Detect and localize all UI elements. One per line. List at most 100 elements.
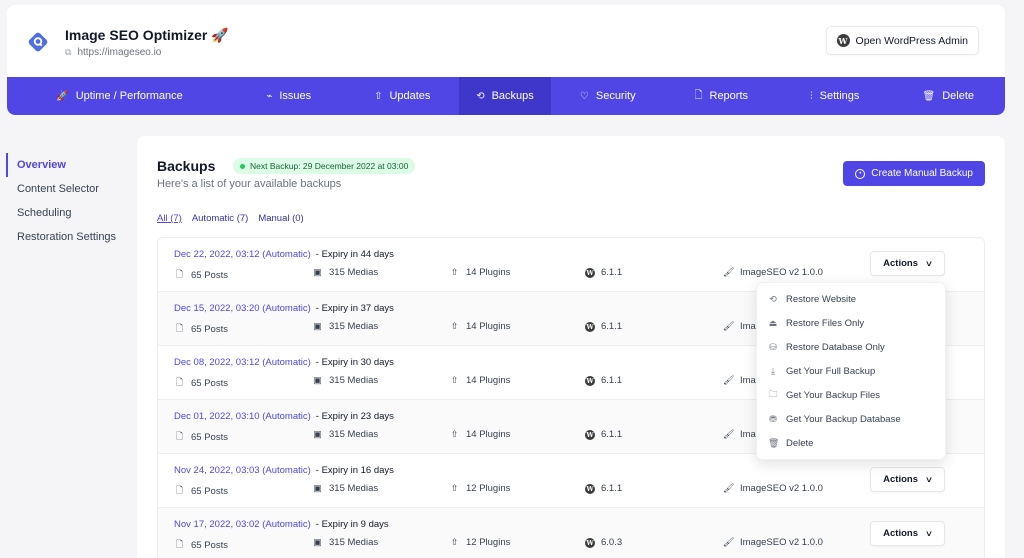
posts-label: 65 Posts	[191, 269, 228, 281]
tab-security[interactable]: ♡ Security	[551, 77, 665, 115]
actions-label: Actions	[883, 258, 918, 269]
download-icon: ⤓	[771, 365, 775, 376]
medias-label: 315 Medias	[329, 537, 379, 548]
page-subtitle: Here's a list of your available backups	[157, 178, 342, 190]
menu-item-label: Restore Website	[786, 293, 857, 305]
medias-count: ▣ 315 Medias	[312, 267, 378, 278]
backup-date-link[interactable]: Dec 08, 2022, 03:12 (Automatic)	[174, 357, 311, 368]
plugins-label: 12 Plugins	[466, 537, 511, 548]
filter-manual[interactable]: Manual (0)	[258, 213, 303, 224]
plugins-count: ⇧ 14 Plugins	[449, 267, 511, 278]
sidebar: Overview Content Selector Scheduling Res…	[6, 153, 116, 249]
tab-label: Issues	[279, 90, 312, 102]
plugins-label: 12 Plugins	[466, 483, 511, 494]
plugins-count: ⇧ 12 Plugins	[449, 483, 511, 494]
medias-label: 315 Medias	[329, 321, 379, 332]
backup-date-link[interactable]: Dec 15, 2022, 03:20 (Automatic)	[174, 303, 311, 314]
posts-count: 🗋 65 Posts	[174, 429, 228, 445]
menu-item-restore-files-only[interactable]: ⏏ Restore Files Only	[757, 311, 945, 335]
filter-all[interactable]: All (7)	[157, 213, 182, 224]
medias-count: ▣ 315 Medias	[312, 375, 378, 386]
image-icon: ▣	[313, 537, 322, 547]
tab-issues[interactable]: ⌁ Issues	[232, 77, 346, 115]
menu-item-label: Get Your Full Backup	[786, 365, 876, 377]
backup-title: Dec 01, 2022, 03:10 (Automatic) - Expiry …	[174, 411, 394, 422]
sidebar-item-restoration-settings[interactable]: Restoration Settings	[6, 225, 116, 249]
tab-label: Updates	[389, 90, 431, 102]
plugins-count: ⇧ 14 Plugins	[449, 321, 511, 332]
sidebar-item-scheduling[interactable]: Scheduling	[6, 201, 116, 225]
brush-icon: 🖌	[723, 267, 735, 277]
files-icon: ⏏	[768, 317, 778, 328]
tab-uptime-performance[interactable]: 🚀 Uptime / Performance	[7, 77, 232, 115]
backup-expiry: - Expiry in 44 days	[315, 249, 394, 260]
create-manual-backup-button[interactable]: • Create Manual Backup	[843, 161, 985, 186]
tab-settings[interactable]: ⫶ Settings	[778, 77, 892, 115]
document-icon: 🗋	[175, 539, 184, 549]
actions-button[interactable]: Actions ∨	[870, 521, 945, 546]
tab-label: Delete	[942, 90, 974, 102]
theme-version: 🖌 ImageSEO v2 1.0.0	[723, 483, 823, 494]
actions-button[interactable]: Actions ∨	[870, 467, 945, 492]
page-title: Backups	[157, 158, 216, 174]
wordpress-version: W 6.1.1	[585, 321, 622, 332]
menu-item-get-backup-database[interactable]: ⛃ Get Your Backup Database	[757, 407, 945, 431]
document-icon: 🗋	[175, 485, 184, 495]
plugins-count: ⇧ 12 Plugins	[449, 537, 511, 548]
site-url-link[interactable]: ⧉ https://imageseo.io	[65, 47, 161, 58]
backup-row: Nov 24, 2022, 03:03 (Automatic) - Expiry …	[158, 454, 984, 508]
posts-label: 65 Posts	[191, 485, 228, 497]
posts-count: 🗋 65 Posts	[174, 483, 228, 499]
backup-date-link[interactable]: Dec 01, 2022, 03:10 (Automatic)	[174, 411, 311, 422]
wordpress-icon: W	[585, 483, 595, 494]
menu-item-restore-database-only[interactable]: ⛁ Restore Database Only	[757, 335, 945, 359]
filter-automatic[interactable]: Automatic (7)	[192, 213, 249, 224]
tab-label: Uptime / Performance	[75, 90, 183, 102]
medias-count: ▣ 315 Medias	[312, 321, 378, 332]
backup-title: Dec 08, 2022, 03:12 (Automatic) - Expiry …	[174, 357, 394, 368]
wordpress-icon: W	[585, 537, 595, 548]
history-icon: ⟲	[769, 293, 777, 304]
wordpress-version: W 6.1.1	[585, 483, 622, 494]
folder-icon: 🗀	[768, 389, 778, 399]
theme-label: ImageSEO v2 1.0.0	[740, 537, 823, 548]
database-restore-icon: ⛁	[769, 341, 777, 352]
plugin-icon: ⇧	[450, 429, 459, 439]
wordpress-icon: W	[585, 321, 595, 332]
document-icon: 🗋	[175, 323, 184, 333]
posts-label: 65 Posts	[191, 431, 228, 443]
tab-delete[interactable]: 🗑 Delete	[892, 77, 1006, 115]
actions-button[interactable]: Actions ∨	[870, 251, 945, 276]
wordpress-version: W 6.1.1	[585, 267, 622, 278]
image-icon: ▣	[313, 483, 322, 493]
backup-expiry: - Expiry in 37 days	[315, 303, 394, 314]
menu-item-restore-website[interactable]: ⟲ Restore Website	[757, 287, 945, 311]
brush-icon: 🖌	[723, 429, 735, 439]
backup-date-link[interactable]: Dec 22, 2022, 03:12 (Automatic)	[174, 249, 311, 260]
tab-reports[interactable]: 🗋 Reports	[665, 77, 779, 115]
menu-item-get-backup-files[interactable]: 🗀 Get Your Backup Files	[757, 383, 945, 407]
menu-item-delete-backup[interactable]: 🗑 Delete	[757, 431, 945, 455]
backup-filters: All (7) Automatic (7) Manual (0)	[157, 213, 304, 224]
menu-item-label: Get Your Backup Files	[786, 389, 880, 401]
sidebar-item-content-selector[interactable]: Content Selector	[6, 177, 116, 201]
image-icon: ▣	[313, 375, 322, 385]
open-wordpress-admin-button[interactable]: W Open WordPress Admin	[825, 26, 979, 55]
next-backup-badge: Next Backup: 29 December 2022 at 03:00	[233, 158, 416, 174]
backup-date-link[interactable]: Nov 17, 2022, 03:02 (Automatic)	[174, 519, 311, 530]
backup-date-link[interactable]: Nov 24, 2022, 03:03 (Automatic)	[174, 465, 311, 476]
site-url-text: https://imageseo.io	[77, 47, 162, 58]
tab-label: Settings	[819, 90, 860, 102]
medias-label: 315 Medias	[329, 267, 379, 278]
tab-backups[interactable]: ⟲ Backups	[459, 77, 551, 115]
sidebar-item-overview[interactable]: Overview	[6, 153, 116, 177]
wp-version-label: 6.1.1	[601, 267, 623, 278]
plugin-icon: ⇧	[450, 321, 459, 331]
plugins-count: ⇧ 14 Plugins	[449, 429, 511, 440]
medias-label: 315 Medias	[329, 483, 379, 494]
medias-label: 315 Medias	[329, 375, 379, 386]
plugins-count: ⇧ 14 Plugins	[449, 375, 511, 386]
backup-title: Dec 15, 2022, 03:20 (Automatic) - Expiry …	[174, 303, 394, 314]
menu-item-get-full-backup[interactable]: ⤓ Get Your Full Backup	[757, 359, 945, 383]
tab-updates[interactable]: ⇧ Updates	[346, 77, 460, 115]
